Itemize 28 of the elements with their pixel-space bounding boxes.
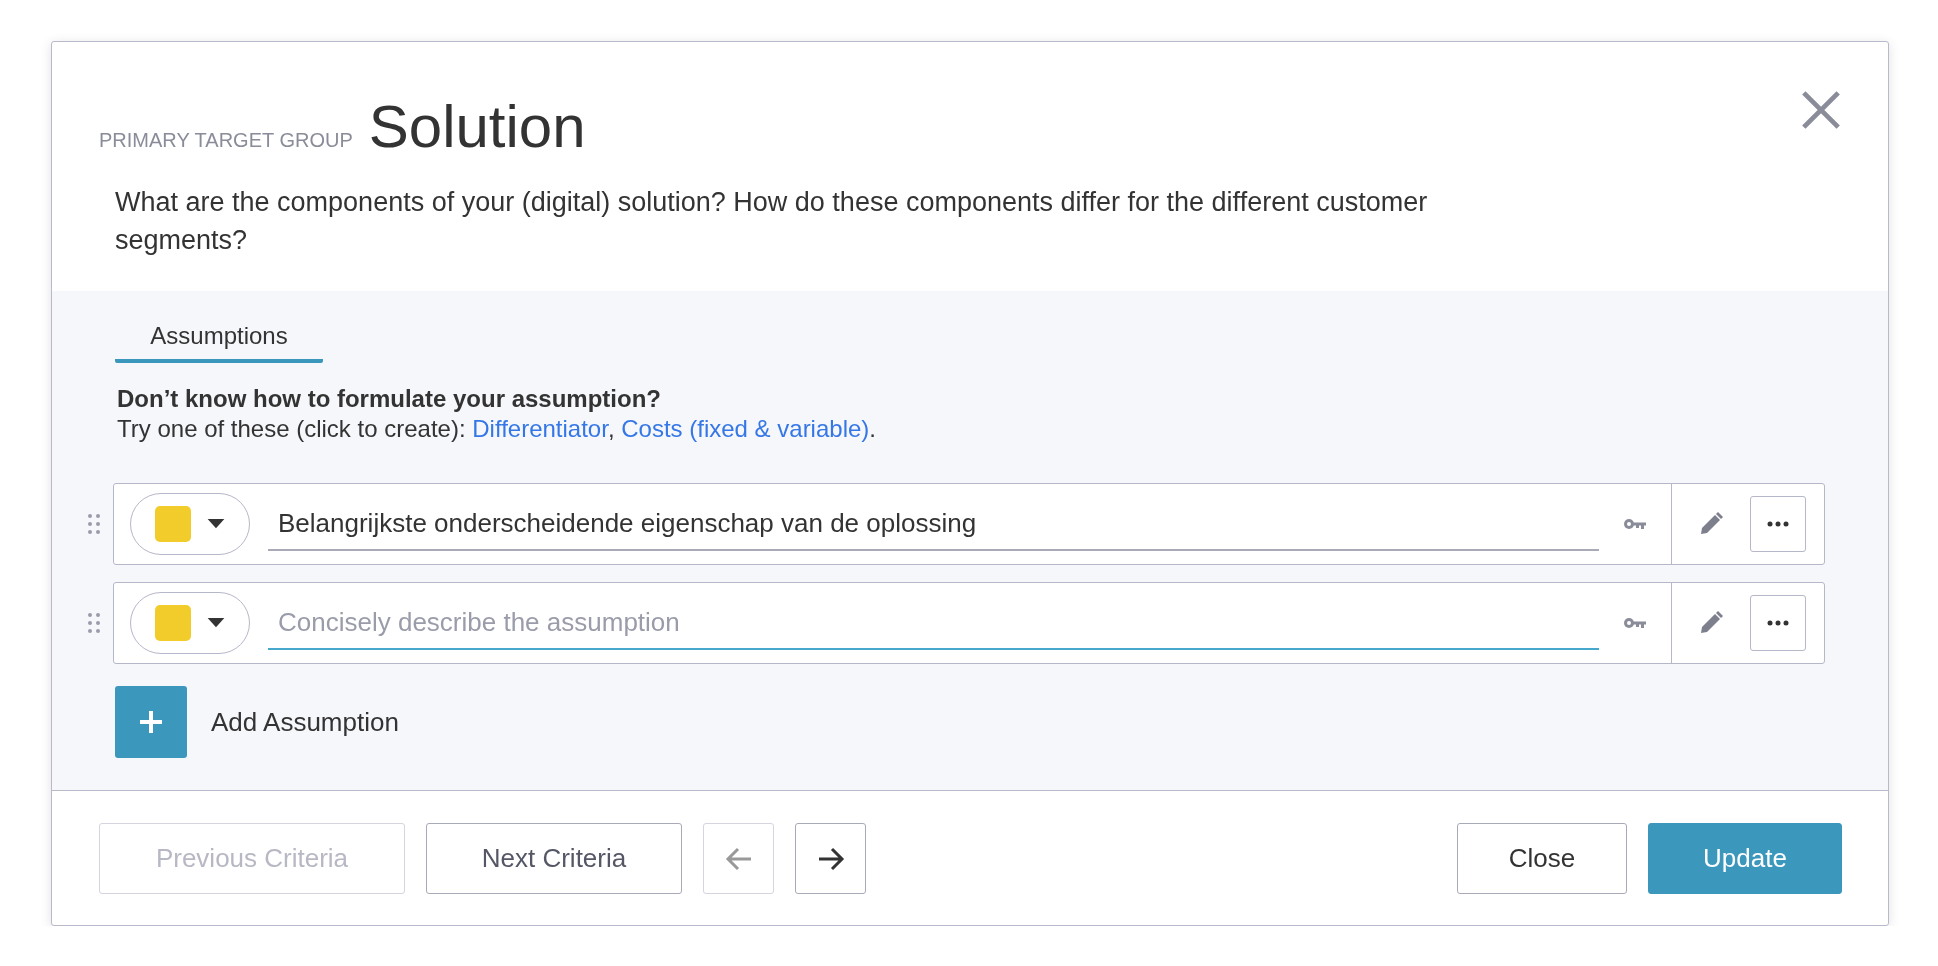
forward-button[interactable] bbox=[795, 823, 866, 894]
caret-icon bbox=[207, 618, 225, 628]
dialog-title: Solution bbox=[368, 92, 586, 161]
add-button[interactable] bbox=[115, 686, 187, 758]
caret-icon bbox=[207, 519, 225, 529]
more-button[interactable] bbox=[1750, 496, 1806, 552]
more-icon bbox=[1767, 620, 1789, 626]
key-icon[interactable] bbox=[1623, 617, 1647, 629]
drag-handle-icon[interactable] bbox=[87, 513, 101, 535]
close-icon[interactable] bbox=[1800, 89, 1842, 131]
more-icon bbox=[1767, 521, 1789, 527]
drag-handle-icon[interactable] bbox=[87, 612, 101, 634]
template-link[interactable]: Differentiator bbox=[472, 415, 608, 442]
hint-text: Try one of these (click to create): Differentiator, Costs (fixed & variable). bbox=[116, 414, 877, 444]
key-icon[interactable] bbox=[1623, 518, 1647, 530]
assumption-card[interactable]: Belangrijkste onderscheidende eigenschap van de oplossing bbox=[113, 483, 1825, 565]
dialog-eyebrow: PRIMARY TARGET GROUP bbox=[99, 129, 353, 152]
question-text: What are the components of your (digital) solution? How do these components differ for the different customer segments? bbox=[115, 186, 1429, 257]
next-button[interactable]: Next Criteria bbox=[426, 823, 682, 894]
close-button[interactable]: Close bbox=[1457, 823, 1627, 894]
more-button[interactable] bbox=[1750, 595, 1806, 651]
tab[interactable]: Assumptions bbox=[115, 319, 323, 363]
hint-heading: Don’t know how to formulate your assumption? bbox=[116, 385, 662, 413]
pencil-icon[interactable] bbox=[1699, 611, 1723, 635]
assumption-card[interactable]: Concisely describe the assumption bbox=[113, 582, 1825, 664]
pencil-icon[interactable] bbox=[1699, 512, 1723, 536]
add-assumption-label[interactable]: Add Assumption bbox=[211, 706, 399, 738]
template-link[interactable]: Costs (fixed & variable) bbox=[621, 415, 870, 442]
